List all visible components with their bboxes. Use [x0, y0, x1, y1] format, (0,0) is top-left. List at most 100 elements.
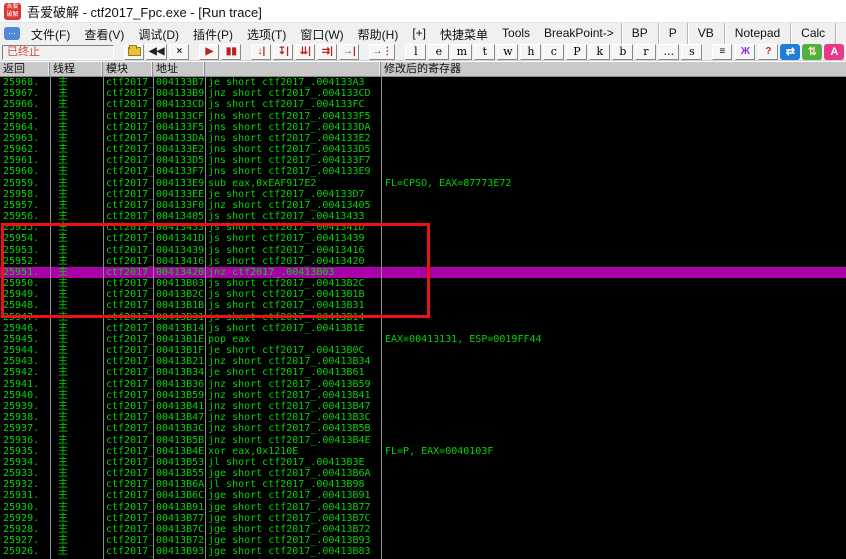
run-to-cursor-icon[interactable]: →⋮: [369, 44, 395, 60]
trace-row[interactable]: 25942. 主 ctf2017_ 00413B34 je short ctf2…: [0, 367, 846, 378]
menu-item-3[interactable]: 调试(D): [131, 23, 186, 44]
trace-row-address: 004133E9: [156, 178, 204, 189]
menu-item-2[interactable]: 查看(V): [77, 23, 131, 44]
toolbar-letter-k[interactable]: k: [589, 44, 610, 60]
toolbar-letter-dots[interactable]: ...: [658, 44, 679, 60]
trace-row[interactable]: 25960. 主 ctf2017_ 004133F7 jns short ctf…: [0, 166, 846, 177]
step-over-icon[interactable]: ↧|: [273, 44, 293, 60]
toolbar-letter-t[interactable]: t: [474, 44, 495, 60]
swap-icon[interactable]: ⇄: [780, 44, 800, 60]
trace-row[interactable]: 25937. 主 ctf2017_ 00413B3C jnz short ctf…: [0, 423, 846, 434]
toolbar-letter-P[interactable]: P: [566, 44, 587, 60]
trace-row[interactable]: 25935. 主 ctf2017_ 00413B4E xor eax,0x121…: [0, 446, 846, 457]
column-header-1[interactable]: 返回: [0, 62, 50, 76]
toolbar-letter-r[interactable]: r: [635, 44, 656, 60]
trace-row[interactable]: 25946. 主 ctf2017_ 00413B14 js short ctf2…: [0, 323, 846, 334]
trace-row[interactable]: 25961. 主 ctf2017_ 004133D5 jns short ctf…: [0, 155, 846, 166]
toolbar-letter-l[interactable]: l: [405, 44, 426, 60]
menu-item-11[interactable]: BreakPoint->: [537, 23, 621, 44]
animate-over-icon[interactable]: ⇉|: [317, 44, 337, 60]
trace-row-module: ctf2017_: [106, 144, 154, 155]
trace-row[interactable]: 25968. 主 ctf2017_ 004133B7 je short ctf2…: [0, 77, 846, 88]
toolbar-letter-c[interactable]: c: [543, 44, 564, 60]
column-header-2[interactable]: 线程: [50, 62, 103, 76]
trace-row[interactable]: 25933. 主 ctf2017_ 00413B55 jge short ctf…: [0, 468, 846, 479]
trace-row[interactable]: 25962. 主 ctf2017_ 004133E2 jns short ctf…: [0, 144, 846, 155]
trace-row[interactable]: 25927. 主 ctf2017_ 00413B72 jge short ctf…: [0, 535, 846, 546]
menu-item-5[interactable]: 选项(T): [240, 23, 293, 44]
trace-row[interactable]: 25929. 主 ctf2017_ 00413B77 jge short ctf…: [0, 513, 846, 524]
trace-row-instruction: jge short ctf2017_.00413B83: [208, 546, 371, 557]
trace-row-number: 25933.: [3, 468, 39, 479]
plugin-icon[interactable]: Ж: [735, 44, 755, 60]
trace-row[interactable]: 25945. 主 ctf2017_ 00413B1E pop eax EAX=0…: [0, 334, 846, 345]
trace-row[interactable]: 25941. 主 ctf2017_ 00413B36 jnz short ctf…: [0, 379, 846, 390]
menu-item-4[interactable]: 插件(P): [186, 23, 240, 44]
trace-row[interactable]: 25965. 主 ctf2017_ 004133CF jns short ctf…: [0, 111, 846, 122]
mdi-child-icon[interactable]: ...: [4, 27, 20, 40]
trace-row[interactable]: 25963. 主 ctf2017_ 004133DA jns short ctf…: [0, 133, 846, 144]
menu-button-notepad[interactable]: Notepad: [724, 23, 790, 44]
menu-item-1[interactable]: 文件(F): [24, 23, 77, 44]
trace-row-module: ctf2017_: [106, 323, 154, 334]
menu-button-bp[interactable]: BP: [621, 23, 658, 44]
open-file-icon[interactable]: [124, 44, 144, 60]
trace-row-address: 004133DA: [156, 133, 204, 144]
menu-button-folder[interactable]: Folder: [835, 23, 846, 44]
toolbar-letter-s[interactable]: s: [681, 44, 702, 60]
trace-row[interactable]: 25944. 主 ctf2017_ 00413B1F je short ctf2…: [0, 345, 846, 356]
trace-row-module: ctf2017_: [106, 390, 154, 401]
trace-row[interactable]: 25928. 主 ctf2017_ 00413B7C jge short ctf…: [0, 524, 846, 535]
menu-button-vb[interactable]: VB: [687, 23, 724, 44]
trace-row[interactable]: 25958. 主 ctf2017_ 004133EE je short ctf2…: [0, 189, 846, 200]
help-icon[interactable]: ?: [758, 44, 778, 60]
trace-row[interactable]: 25936. 主 ctf2017_ 00413B5B jnz short ctf…: [0, 435, 846, 446]
pause-icon[interactable]: ▮▮: [221, 44, 241, 60]
menu-item-6[interactable]: 窗口(W): [293, 23, 350, 44]
table-header-row: 返回线程模块地址 修改后的寄存器: [0, 61, 846, 77]
trace-row[interactable]: 25926. 主 ctf2017_ 00413B93 jge short ctf…: [0, 546, 846, 557]
trace-row[interactable]: 25966. 主 ctf2017_ 004133CD js short ctf2…: [0, 99, 846, 110]
run-icon[interactable]: ▶: [199, 44, 219, 60]
menu-item-8[interactable]: [+]: [405, 23, 433, 44]
trace-row[interactable]: 25940. 主 ctf2017_ 00413B59 jnz short ctf…: [0, 390, 846, 401]
close-trace-icon[interactable]: ×: [169, 44, 189, 60]
trace-row[interactable]: 25959. 主 ctf2017_ 004133E9 sub eax,0xEAF…: [0, 178, 846, 189]
menu-button-p[interactable]: P: [658, 23, 687, 44]
trace-row[interactable]: 25932. 主 ctf2017_ 00413B6A jl short ctf2…: [0, 479, 846, 490]
trace-row[interactable]: 25964. 主 ctf2017_ 004133F5 jns short ctf…: [0, 122, 846, 133]
trace-row[interactable]: 25957. 主 ctf2017_ 004133F0 jnz short ctf…: [0, 200, 846, 211]
trace-row[interactable]: 25938. 主 ctf2017_ 00413B47 jnz short ctf…: [0, 412, 846, 423]
trace-row-address: 00413B72: [156, 535, 204, 546]
toolbar-letter-e[interactable]: e: [428, 44, 449, 60]
step-into-icon[interactable]: ↓|: [251, 44, 271, 60]
trace-row[interactable]: 25967. 主 ctf2017_ 004133B9 jnz short ctf…: [0, 88, 846, 99]
menu-button-calc[interactable]: Calc: [790, 23, 835, 44]
toolbar-letter-m[interactable]: m: [451, 44, 472, 60]
column-header-3[interactable]: 模块: [103, 62, 153, 76]
sync-icon[interactable]: ⇅: [802, 44, 822, 60]
column-header-4[interactable]: 地址: [153, 62, 205, 76]
column-header-6[interactable]: 修改后的寄存器: [381, 62, 796, 76]
trace-row[interactable]: 25956. 主 ctf2017_ 00413405 js short ctf2…: [0, 211, 846, 222]
trace-row-module: ctf2017_: [106, 446, 154, 457]
rewind-icon[interactable]: ◀◀: [146, 44, 167, 60]
toolbar-letter-w[interactable]: w: [497, 44, 518, 60]
menu-item-7[interactable]: 帮助(H): [351, 23, 406, 44]
trace-row-number: 25944.: [3, 345, 39, 356]
trace-row[interactable]: 25931. 主 ctf2017_ 00413B6C jge short ctf…: [0, 490, 846, 501]
toolbar-right-group: ⇄⇅A●◉: [780, 44, 846, 60]
trace-row[interactable]: 25939. 主 ctf2017_ 00413B41 jnz short ctf…: [0, 401, 846, 412]
trace-row[interactable]: 25934. 主 ctf2017_ 00413B53 jl short ctf2…: [0, 457, 846, 468]
assembler-icon[interactable]: A: [824, 44, 844, 60]
execute-till-return-icon[interactable]: →|: [339, 44, 359, 60]
column-header-5[interactable]: [205, 62, 381, 76]
trace-row[interactable]: 25930. 主 ctf2017_ 00413B91 jge short ctf…: [0, 502, 846, 513]
menu-item-10[interactable]: Tools: [495, 23, 537, 44]
log-icon[interactable]: ≡: [712, 44, 732, 60]
toolbar-letter-h[interactable]: h: [520, 44, 541, 60]
toolbar-letter-b[interactable]: b: [612, 44, 633, 60]
animate-into-icon[interactable]: ⇊|: [295, 44, 315, 60]
menu-item-9[interactable]: 快捷菜单: [433, 23, 495, 44]
trace-row[interactable]: 25943. 主 ctf2017_ 00413B21 jnz short ctf…: [0, 356, 846, 367]
